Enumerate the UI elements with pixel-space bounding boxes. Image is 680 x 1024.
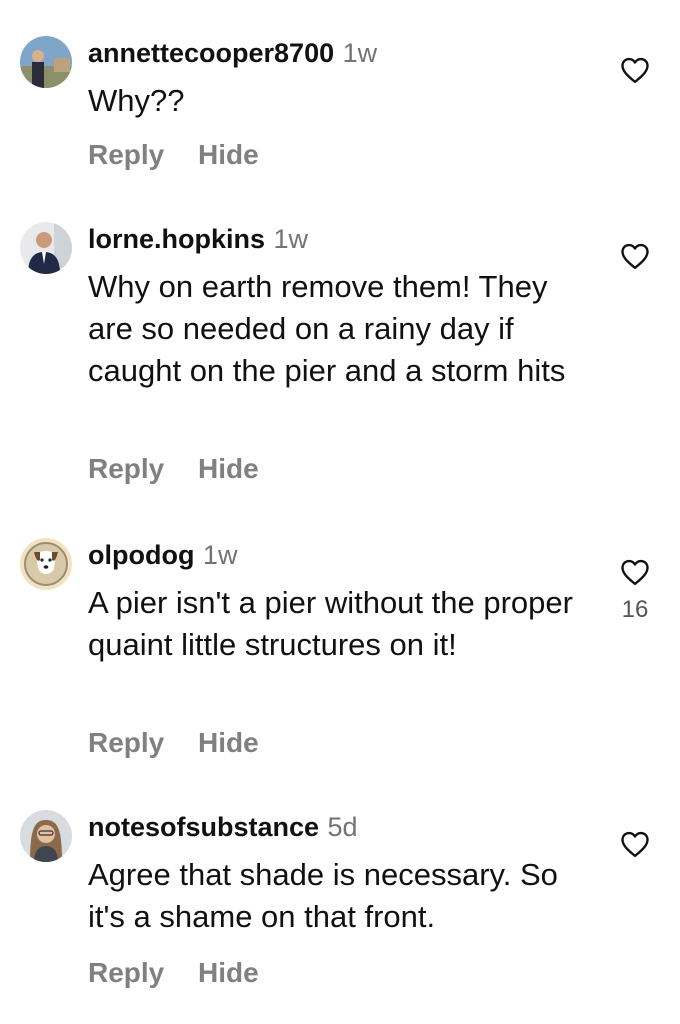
heart-outline-icon	[618, 242, 652, 270]
timestamp: 1w	[273, 224, 308, 254]
comment-text: A pier isn't a pier without the proper q…	[88, 585, 573, 662]
username[interactable]: notesofsubstance	[88, 812, 319, 842]
username[interactable]: annettecooper8700	[88, 38, 334, 68]
comment-header: annettecooper8700 1w	[88, 36, 377, 75]
heart-outline-icon	[618, 558, 652, 586]
comment-text: Why??	[88, 83, 185, 118]
comment-item: notesofsubstance 5d Agree that shade is …	[0, 810, 680, 1000]
timestamp: 1w	[202, 540, 238, 570]
comment-item: lorne.hopkins 1w Why on earth remove the…	[0, 222, 680, 492]
like-count: 16	[621, 596, 649, 623]
like-button[interactable]	[618, 242, 652, 280]
like-button[interactable]	[618, 56, 652, 94]
username[interactable]: olpodog	[88, 540, 194, 570]
hide-button[interactable]: Hide	[198, 139, 259, 170]
avatar[interactable]	[20, 36, 72, 88]
comment-actions: Reply Hide	[88, 138, 259, 172]
hide-button[interactable]: Hide	[198, 727, 259, 758]
timestamp: 5d	[327, 812, 358, 842]
avatar[interactable]	[20, 810, 72, 862]
timestamp: 1w	[342, 38, 378, 68]
reply-button[interactable]: Reply	[88, 957, 164, 988]
reply-button[interactable]: Reply	[88, 727, 164, 758]
avatar[interactable]	[20, 222, 72, 274]
comment-text: Agree that shade is necessary. So it's a…	[88, 857, 558, 934]
comment-actions: Reply Hide	[88, 452, 259, 486]
like-button[interactable]: 16	[618, 558, 652, 624]
comment-header: olpodog 1w	[88, 538, 237, 577]
comment-text: Why on earth remove them! They are so ne…	[88, 269, 566, 388]
avatar[interactable]	[20, 538, 72, 590]
username[interactable]: lorne.hopkins	[88, 224, 265, 254]
heart-outline-icon	[618, 830, 652, 858]
heart-outline-icon	[618, 56, 652, 84]
comment-actions: Reply Hide	[88, 726, 259, 760]
hide-button[interactable]: Hide	[198, 453, 259, 484]
hide-button[interactable]: Hide	[198, 957, 259, 988]
comment-header: lorne.hopkins 1w	[88, 222, 308, 261]
comment-item: annettecooper8700 1w Why?? Reply Hide	[0, 36, 680, 186]
like-button[interactable]	[618, 830, 652, 868]
reply-button[interactable]: Reply	[88, 453, 164, 484]
comment-item: olpodog 1w A pier isn't a pier without t…	[0, 538, 680, 768]
comment-header: notesofsubstance 5d	[88, 810, 358, 849]
comment-actions: Reply Hide	[88, 956, 259, 990]
reply-button[interactable]: Reply	[88, 139, 164, 170]
